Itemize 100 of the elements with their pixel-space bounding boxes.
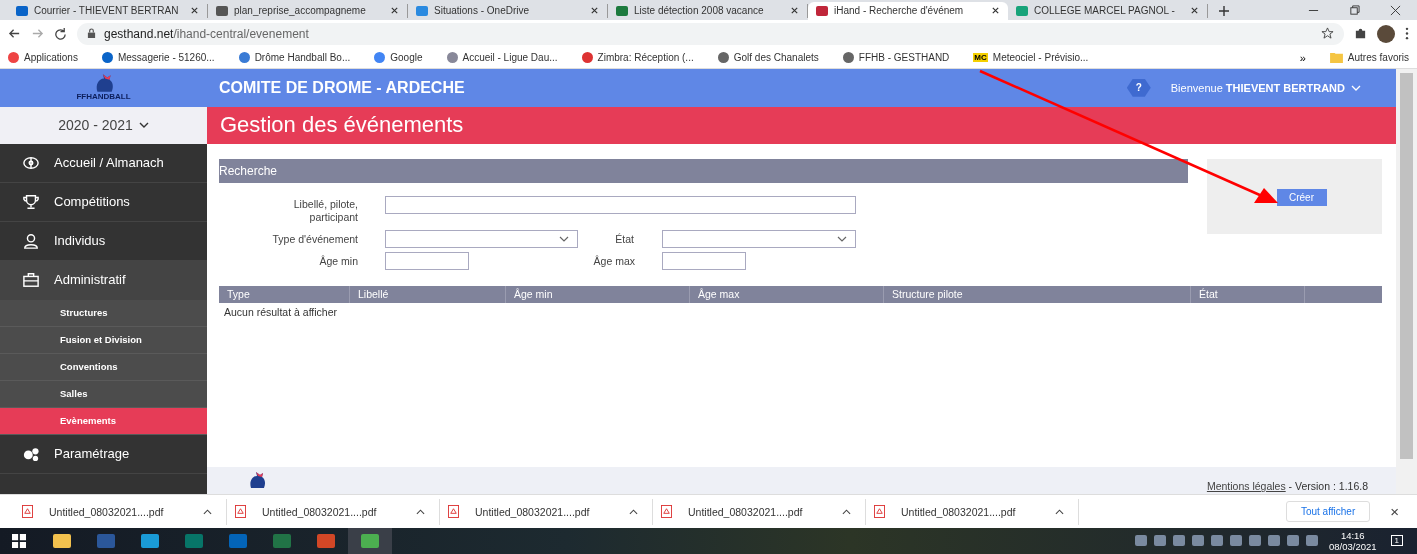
clock[interactable]: 14:16 08/03/2021 bbox=[1329, 530, 1377, 552]
avatar-icon[interactable] bbox=[1377, 24, 1395, 43]
download-item[interactable]: Untitled_08032021....pdf bbox=[440, 498, 653, 525]
favicon-icon bbox=[842, 52, 854, 64]
download-item[interactable]: Untitled_08032021....pdf bbox=[227, 498, 440, 525]
favicon-icon bbox=[1016, 5, 1028, 16]
bookmark-label: Autres favoris bbox=[1347, 52, 1409, 64]
favicon-icon bbox=[101, 52, 113, 64]
close-button[interactable]: × bbox=[1384, 502, 1405, 522]
show-all-button[interactable]: Tout afficher bbox=[1285, 501, 1371, 523]
caret-icon[interactable] bbox=[1055, 508, 1064, 515]
address-field[interactable]: gesthand.net/ihand-central/evenement bbox=[77, 22, 1344, 45]
tray-icon[interactable] bbox=[1306, 535, 1318, 547]
windows-start-icon[interactable] bbox=[12, 534, 26, 548]
bookmark[interactable]: MC Meteociel - Prévisio... bbox=[973, 52, 1089, 64]
close-icon[interactable] bbox=[790, 6, 799, 16]
pdf-icon bbox=[22, 505, 33, 519]
tray-icon[interactable] bbox=[1173, 535, 1185, 547]
favicon-icon bbox=[374, 52, 386, 64]
browser-tab[interactable]: plan_reprise_accompagneme bbox=[208, 3, 408, 18]
column-header[interactable]: Libellé bbox=[350, 285, 506, 303]
close-icon[interactable] bbox=[190, 6, 199, 16]
browser-tab[interactable]: COLLEGE MARCEL PAGNOL - bbox=[1008, 3, 1208, 18]
bookmark[interactable]: Autres favoris bbox=[1329, 52, 1409, 64]
notification-button[interactable]: 1 bbox=[1390, 535, 1403, 547]
caret-icon[interactable] bbox=[203, 508, 212, 515]
new-tab-icon[interactable] bbox=[1218, 4, 1230, 17]
column-header[interactable]: Âge max bbox=[690, 285, 884, 303]
bookmark-label: Applications bbox=[24, 52, 78, 64]
column-header[interactable]: Structure pilote bbox=[884, 285, 1191, 303]
bookmark-label: Meteociel - Prévisio... bbox=[992, 52, 1089, 64]
bookmark[interactable]: Google bbox=[374, 52, 423, 64]
help-button[interactable]: ? bbox=[1126, 78, 1151, 97]
menu-icon[interactable] bbox=[1405, 27, 1409, 41]
tray-icon[interactable] bbox=[1192, 535, 1204, 547]
close-icon[interactable] bbox=[1190, 6, 1199, 16]
caret-icon[interactable] bbox=[629, 508, 638, 515]
sidebar-subitem[interactable]: Structures bbox=[0, 299, 207, 327]
column-header[interactable]: Âge min bbox=[506, 285, 690, 303]
caret-icon[interactable] bbox=[416, 508, 425, 515]
close-icon[interactable] bbox=[991, 6, 1000, 16]
site-title: COMITE DE DROME - ARDECHE bbox=[219, 78, 465, 97]
select-field[interactable] bbox=[385, 229, 578, 248]
tray-icon[interactable] bbox=[1230, 535, 1242, 547]
star-icon[interactable] bbox=[1321, 27, 1334, 41]
column-header[interactable]: Type bbox=[219, 285, 350, 303]
empty-message: Aucun résultat à afficher bbox=[223, 304, 339, 320]
field-label: Libellé, pilote, participant bbox=[292, 197, 359, 224]
sidebar-item[interactable]: Administratif bbox=[0, 260, 207, 300]
sidebar-subitem[interactable]: Fusion et Division bbox=[0, 326, 207, 354]
favicon-icon bbox=[446, 52, 458, 64]
lock-icon bbox=[87, 28, 96, 40]
bookmark[interactable]: Golf des Chanalets bbox=[717, 52, 819, 64]
reload-icon[interactable] bbox=[54, 27, 67, 41]
version-text: - Version : 1.16.8 bbox=[1287, 480, 1368, 493]
more-bookmarks-button[interactable]: » bbox=[1299, 51, 1306, 64]
select-field[interactable] bbox=[662, 229, 856, 248]
chevron-icon bbox=[138, 122, 149, 129]
legal-link[interactable]: Mentions légales bbox=[1206, 480, 1286, 493]
restore-icon[interactable] bbox=[1349, 4, 1360, 16]
season-selector[interactable]: 2020 - 2021 bbox=[0, 106, 207, 144]
pdf-icon bbox=[448, 505, 459, 519]
browser-tab[interactable]: Courrier - THIEVENT BERTRAN bbox=[8, 3, 208, 18]
pdf-icon bbox=[235, 505, 246, 519]
sidebar-subitem[interactable]: Salles bbox=[0, 380, 207, 408]
favicon-icon bbox=[581, 52, 593, 64]
browser-tab[interactable]: iHand - Recherche d'événem bbox=[808, 1, 1008, 20]
bookmark-badge: MC bbox=[973, 53, 988, 63]
close-icon[interactable] bbox=[590, 6, 599, 16]
input-field[interactable] bbox=[385, 251, 469, 270]
favicon-icon bbox=[416, 5, 428, 16]
folder-icon bbox=[1329, 52, 1343, 64]
browser-tab[interactable]: Situations - OneDrive bbox=[408, 3, 608, 18]
sidebar-icon bbox=[22, 154, 40, 171]
download-item[interactable]: Untitled_08032021....pdf bbox=[866, 498, 1079, 525]
tray-icon[interactable] bbox=[1287, 535, 1299, 547]
scrollbar[interactable] bbox=[1396, 68, 1417, 495]
download-item[interactable]: Untitled_08032021....pdf bbox=[14, 498, 227, 525]
logo-text: FFHANDBALL bbox=[76, 92, 131, 102]
caret-icon[interactable] bbox=[842, 508, 851, 515]
tray-icon[interactable] bbox=[1249, 535, 1261, 547]
sidebar-subitem[interactable]: Evènements bbox=[0, 407, 207, 435]
tray-icon[interactable] bbox=[1211, 535, 1223, 547]
favicon-icon bbox=[238, 52, 250, 64]
column-header[interactable]: État bbox=[1191, 285, 1305, 303]
field-label: État bbox=[614, 232, 635, 245]
pdf-icon bbox=[661, 505, 672, 519]
close-icon[interactable] bbox=[1390, 4, 1401, 16]
field-label: Type d'événement bbox=[271, 232, 359, 245]
bookmark[interactable]: Applications bbox=[8, 52, 78, 64]
favicon-icon bbox=[16, 5, 28, 16]
input-field[interactable] bbox=[662, 251, 746, 270]
sidebar-subitem[interactable]: Conventions bbox=[0, 353, 207, 381]
close-icon[interactable] bbox=[390, 6, 399, 16]
browser-tab[interactable]: Liste détection 2008 vacance bbox=[608, 3, 808, 18]
tray-icon[interactable] bbox=[1135, 535, 1147, 547]
input-field[interactable] bbox=[385, 195, 856, 214]
tray-icon[interactable] bbox=[1268, 535, 1280, 547]
tray-icon[interactable] bbox=[1154, 535, 1166, 547]
download-item[interactable]: Untitled_08032021....pdf bbox=[653, 498, 866, 525]
